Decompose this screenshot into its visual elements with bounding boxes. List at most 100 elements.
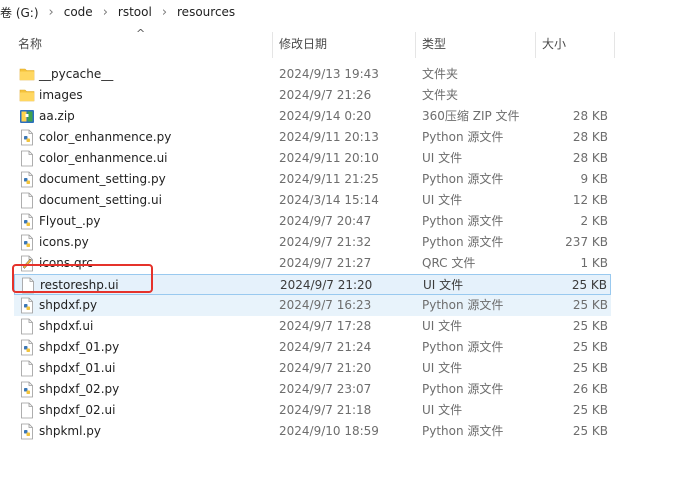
breadcrumb-resources[interactable]: resources <box>177 5 235 19</box>
file-name: shpdxf.py <box>39 298 98 312</box>
file-name: shpdxf.ui <box>39 319 94 333</box>
file-size: 237 KB <box>565 235 608 249</box>
file-type: UI 文件 <box>422 193 463 207</box>
file-type: UI 文件 <box>422 403 463 417</box>
file-row[interactable]: shpdxf_01.ui 2024/9/7 21:20 UI 文件 25 KB <box>14 358 611 379</box>
file-row[interactable]: __pycache__ 2024/9/13 19:43 文件夹 <box>14 64 611 85</box>
file-row[interactable]: shpdxf.ui 2024/9/7 17:28 UI 文件 25 KB <box>14 316 611 337</box>
file-row[interactable]: images 2024/9/7 21:26 文件夹 <box>14 85 611 106</box>
file-name: icons.py <box>39 235 89 249</box>
file-size: 1 KB <box>580 256 608 270</box>
file-row[interactable]: color_enhanmence.py 2024/9/11 20:13 Python… <box>14 127 611 148</box>
blank-file-icon <box>19 318 35 335</box>
file-name: icons.qrc <box>39 256 93 270</box>
file-row[interactable]: shpdxf_02.py 2024/9/7 23:07 Python 源文件 26 K… <box>14 379 611 400</box>
file-name: shpdxf_02.py <box>39 382 120 396</box>
file-size: 25 KB <box>571 278 607 292</box>
file-size: 2 KB <box>580 214 608 228</box>
file-size: 25 KB <box>572 424 608 438</box>
column-header-date[interactable]: 修改日期 <box>279 28 327 60</box>
column-divider[interactable] <box>272 32 273 58</box>
folder-icon <box>19 66 35 83</box>
file-modified-date: 2024/9/7 21:18 <box>279 403 372 417</box>
file-type: Python 源文件 <box>422 172 504 186</box>
file-type: 文件夹 <box>422 67 459 81</box>
python-file-icon <box>19 381 35 398</box>
sort-ascending-icon: ^ <box>136 27 146 40</box>
file-name: Flyout_.py <box>39 214 101 228</box>
python-file-icon <box>19 171 35 188</box>
chevron-right-icon: › <box>161 4 168 20</box>
file-name: __pycache__ <box>39 67 114 81</box>
file-type: Python 源文件 <box>422 130 504 144</box>
column-divider[interactable] <box>535 32 536 58</box>
file-size: 25 KB <box>572 298 608 312</box>
blank-file-icon <box>19 402 35 419</box>
file-name: document_setting.ui <box>39 193 162 207</box>
file-row[interactable]: Flyout_.py 2024/9/7 20:47 Python 源文件 2 KB <box>14 211 611 232</box>
file-size: 25 KB <box>572 403 608 417</box>
file-modified-date: 2024/9/7 21:24 <box>279 340 372 354</box>
file-type: UI 文件 <box>422 319 463 333</box>
column-divider[interactable] <box>415 32 416 58</box>
python-file-icon <box>19 213 35 230</box>
file-type: Python 源文件 <box>422 382 504 396</box>
file-row[interactable]: shpkml.py 2024/9/10 18:59 Python 源文件 25 KB <box>14 421 611 442</box>
file-modified-date: 2024/9/7 21:27 <box>279 256 372 270</box>
file-row[interactable]: shpdxf_02.ui 2024/9/7 21:18 UI 文件 25 KB <box>14 400 611 421</box>
breadcrumb-code[interactable]: code <box>64 5 93 19</box>
file-name: restoreshp.ui <box>40 278 119 292</box>
file-size: 28 KB <box>572 130 608 144</box>
file-name: shpdxf_02.ui <box>39 403 116 417</box>
file-modified-date: 2024/9/7 20:47 <box>279 214 372 228</box>
file-modified-date: 2024/9/11 21:25 <box>279 172 379 186</box>
file-name: shpdxf_01.ui <box>39 361 116 375</box>
column-header-size[interactable]: 大小 <box>542 28 566 60</box>
file-row[interactable]: icons.py 2024/9/7 21:32 Python 源文件 237 KB <box>14 232 611 253</box>
file-type: Python 源文件 <box>422 340 504 354</box>
file-row[interactable]: document_setting.ui 2024/3/14 15:14 UI 文件 1… <box>14 190 611 211</box>
file-name: color_enhanmence.py <box>39 130 172 144</box>
file-name: images <box>39 88 83 102</box>
file-modified-date: 2024/9/7 23:07 <box>279 382 372 396</box>
file-size: 25 KB <box>572 319 608 333</box>
file-row[interactable]: aa.zip 2024/9/14 0:20 360压缩 ZIP 文件 28 KB <box>14 106 611 127</box>
column-divider[interactable] <box>614 32 615 58</box>
file-name: shpkml.py <box>39 424 101 438</box>
file-row[interactable]: color_enhanmence.ui 2024/9/11 20:10 UI 文件 2… <box>14 148 611 169</box>
file-type: Python 源文件 <box>422 298 504 312</box>
blank-file-icon <box>19 150 35 167</box>
column-header-type[interactable]: 类型 <box>422 28 446 60</box>
file-type: UI 文件 <box>422 151 463 165</box>
file-row[interactable]: document_setting.py 2024/9/11 21:25 Python… <box>14 169 611 190</box>
column-header: ^ 名称 修改日期 类型 大小 <box>0 28 694 60</box>
file-row[interactable]: shpdxf.py 2024/9/7 16:23 Python 源文件 25 KB <box>14 295 611 316</box>
file-type: Python 源文件 <box>422 424 504 438</box>
column-header-name[interactable]: 名称 <box>18 28 42 60</box>
blank-file-icon <box>20 277 36 294</box>
file-type: Python 源文件 <box>422 235 504 249</box>
breadcrumb-rstool[interactable]: rstool <box>118 5 152 19</box>
file-row[interactable]: icons.qrc 2024/9/7 21:27 QRC 文件 1 KB <box>14 253 611 274</box>
qrc-file-icon <box>19 255 35 272</box>
file-size: 26 KB <box>572 382 608 396</box>
file-modified-date: 2024/9/13 19:43 <box>279 67 379 81</box>
file-name: aa.zip <box>39 109 75 123</box>
file-name: shpdxf_01.py <box>39 340 120 354</box>
file-size: 12 KB <box>572 193 608 207</box>
blank-file-icon <box>19 360 35 377</box>
file-name: color_enhanmence.ui <box>39 151 168 165</box>
chevron-right-icon: › <box>48 4 54 20</box>
file-row[interactable]: shpdxf_01.py 2024/9/7 21:24 Python 源文件 25 K… <box>14 337 611 358</box>
blank-file-icon <box>19 192 35 209</box>
file-modified-date: 2024/9/7 21:32 <box>279 235 372 249</box>
file-row-selected[interactable]: restoreshp.ui 2024/9/7 21:20 UI 文件 25 KB <box>14 274 611 295</box>
file-size: 28 KB <box>572 109 608 123</box>
file-type: QRC 文件 <box>422 256 476 270</box>
file-modified-date: 2024/9/7 21:20 <box>280 278 373 292</box>
breadcrumb-drive[interactable]: 卷 (G:) <box>0 4 39 21</box>
file-modified-date: 2024/9/7 21:20 <box>279 361 372 375</box>
file-size: 28 KB <box>572 151 608 165</box>
file-type: 文件夹 <box>422 88 459 102</box>
file-modified-date: 2024/9/7 16:23 <box>279 298 372 312</box>
